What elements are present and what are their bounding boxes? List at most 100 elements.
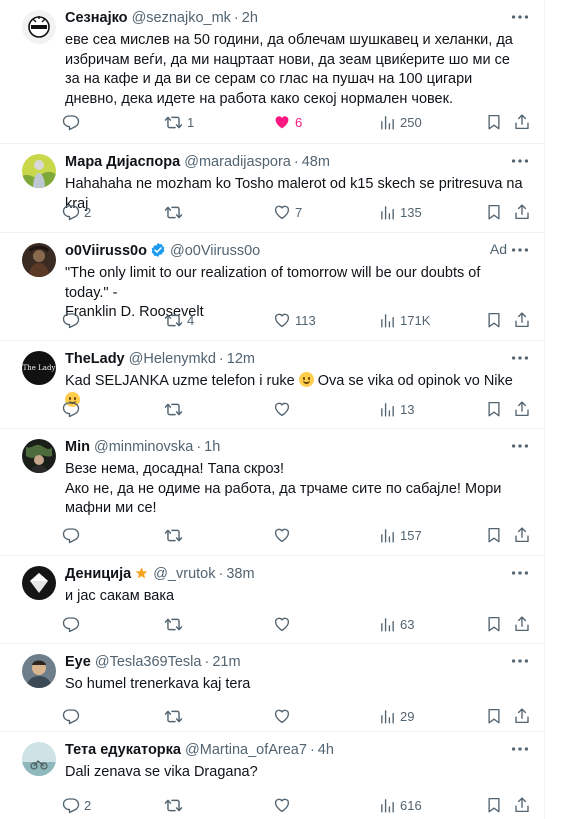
timestamp[interactable]: 4h xyxy=(318,742,334,758)
timestamp[interactable]: 2h xyxy=(242,10,258,26)
reply-button[interactable] xyxy=(62,308,84,332)
bookmark-button[interactable] xyxy=(485,200,503,224)
display-name[interactable]: Мара Дијаспора xyxy=(65,154,180,170)
timestamp[interactable]: 48m xyxy=(302,154,330,170)
user-handle[interactable]: @Helenymkd xyxy=(129,351,216,367)
user-handle[interactable]: @seznajko_mk xyxy=(132,10,231,26)
share-button[interactable] xyxy=(513,704,531,728)
more-icon[interactable] xyxy=(509,150,531,172)
tweet[interactable]: Тета едукаторка @Martina_ofArea7 · 4h Dali… xyxy=(0,732,545,819)
more-icon[interactable] xyxy=(509,562,531,584)
bookmark-button[interactable] xyxy=(485,110,503,134)
timestamp[interactable]: 21m xyxy=(212,654,240,670)
user-handle[interactable]: @o0Viiruss0o xyxy=(170,243,260,259)
retweet-button[interactable] xyxy=(164,397,187,421)
share-button[interactable] xyxy=(513,612,531,636)
bookmark-icon xyxy=(485,400,503,418)
views-icon xyxy=(379,114,396,131)
avatar[interactable] xyxy=(22,10,56,44)
retweet-button[interactable] xyxy=(164,704,187,728)
reply-button[interactable] xyxy=(62,704,84,728)
like-button[interactable] xyxy=(273,612,295,636)
user-handle[interactable]: @maradijaspora xyxy=(184,154,291,170)
bookmark-button[interactable] xyxy=(485,397,503,421)
views-button[interactable]: 29 xyxy=(379,704,414,728)
display-name[interactable]: Дениција xyxy=(65,566,131,582)
retweet-button[interactable] xyxy=(164,793,187,817)
tweet[interactable]: Мара Дијаспора @maradijaspora · 48m Hahaha… xyxy=(0,144,545,233)
views-button[interactable]: 171K xyxy=(379,308,430,332)
avatar[interactable] xyxy=(22,566,56,600)
retweet-button[interactable] xyxy=(164,200,187,224)
retweet-button[interactable]: 4 xyxy=(164,308,194,332)
bookmark-button[interactable] xyxy=(485,612,503,636)
reply-icon xyxy=(62,113,80,131)
share-button[interactable] xyxy=(513,523,531,547)
avatar[interactable] xyxy=(22,654,56,688)
views-button[interactable]: 250 xyxy=(379,110,422,134)
more-icon[interactable] xyxy=(509,6,531,28)
views-button[interactable]: 63 xyxy=(379,612,414,636)
like-button[interactable]: 113 xyxy=(273,308,316,332)
tweet[interactable]: Сезнајко @seznajko_mk · 2h еве сеа мислев … xyxy=(0,0,545,144)
retweet-button[interactable] xyxy=(164,523,187,547)
tweet[interactable]: Min @minminovska · 1h Везе нема, досадна! … xyxy=(0,429,545,556)
like-button[interactable] xyxy=(273,704,295,728)
bookmark-button[interactable] xyxy=(485,793,503,817)
avatar[interactable] xyxy=(22,742,56,776)
share-button[interactable] xyxy=(513,110,531,134)
bookmark-button[interactable] xyxy=(485,308,503,332)
reply-button[interactable] xyxy=(62,612,84,636)
user-handle[interactable]: @Martina_ofArea7 xyxy=(185,742,307,758)
display-name[interactable]: Сезнајко xyxy=(65,10,128,26)
timestamp[interactable]: 1h xyxy=(204,439,220,455)
timestamp[interactable]: 12m xyxy=(227,351,255,367)
reply-button[interactable] xyxy=(62,110,84,134)
tweet[interactable]: Дениција @_vrutok · 38m и јас сакам вака 6… xyxy=(0,556,545,644)
like-button[interactable] xyxy=(273,397,295,421)
more-icon[interactable] xyxy=(509,650,531,672)
more-icon[interactable] xyxy=(509,347,531,369)
laughing-emoji xyxy=(298,372,314,387)
avatar[interactable] xyxy=(22,439,56,473)
more-icon[interactable] xyxy=(509,239,531,261)
display-name[interactable]: Eye xyxy=(65,654,91,670)
views-button[interactable]: 135 xyxy=(379,200,422,224)
share-button[interactable] xyxy=(513,308,531,332)
user-handle[interactable]: @minminovska xyxy=(94,439,193,455)
like-button[interactable] xyxy=(273,793,295,817)
display-name[interactable]: Min xyxy=(65,439,90,455)
views-button[interactable]: 616 xyxy=(379,793,422,817)
views-button[interactable]: 13 xyxy=(379,397,414,421)
display-name[interactable]: TheLady xyxy=(65,351,125,367)
reply-button[interactable]: 2 xyxy=(62,793,91,817)
share-button[interactable] xyxy=(513,793,531,817)
user-handle[interactable]: @Tesla369Tesla xyxy=(95,654,202,670)
tweet[interactable]: The Lady TheLady @Helenymkd · 12m Kad SELJ… xyxy=(0,341,545,429)
like-button[interactable]: 7 xyxy=(273,200,302,224)
more-icon[interactable] xyxy=(509,435,531,457)
retweet-button[interactable]: 1 xyxy=(164,110,194,134)
reply-button[interactable] xyxy=(62,523,84,547)
tweet-actions: 63 xyxy=(58,612,531,636)
reply-button[interactable] xyxy=(62,397,84,421)
bookmark-button[interactable] xyxy=(485,523,503,547)
user-handle[interactable]: @_vrutok xyxy=(153,566,215,582)
reply-button[interactable]: 2 xyxy=(62,200,91,224)
like-button[interactable]: 6 xyxy=(273,110,302,134)
views-button[interactable]: 157 xyxy=(379,523,422,547)
share-button[interactable] xyxy=(513,397,531,421)
display-name[interactable]: Тета едукаторка xyxy=(65,742,181,758)
tweet[interactable]: Eye @Tesla369Tesla · 21m So humel trenerka… xyxy=(0,644,545,732)
display-name[interactable]: o0Viiruss0o xyxy=(65,243,147,259)
bookmark-button[interactable] xyxy=(485,704,503,728)
like-button[interactable] xyxy=(273,523,295,547)
share-button[interactable] xyxy=(513,200,531,224)
promoted-tweet[interactable]: o0Viiruss0o @o0Viiruss0o Ad "The only li… xyxy=(0,233,545,341)
avatar[interactable] xyxy=(22,154,56,188)
avatar[interactable]: The Lady xyxy=(22,351,56,385)
retweet-button[interactable] xyxy=(164,612,187,636)
avatar[interactable] xyxy=(22,243,56,277)
more-icon[interactable] xyxy=(509,738,531,760)
timestamp[interactable]: 38m xyxy=(226,566,254,582)
